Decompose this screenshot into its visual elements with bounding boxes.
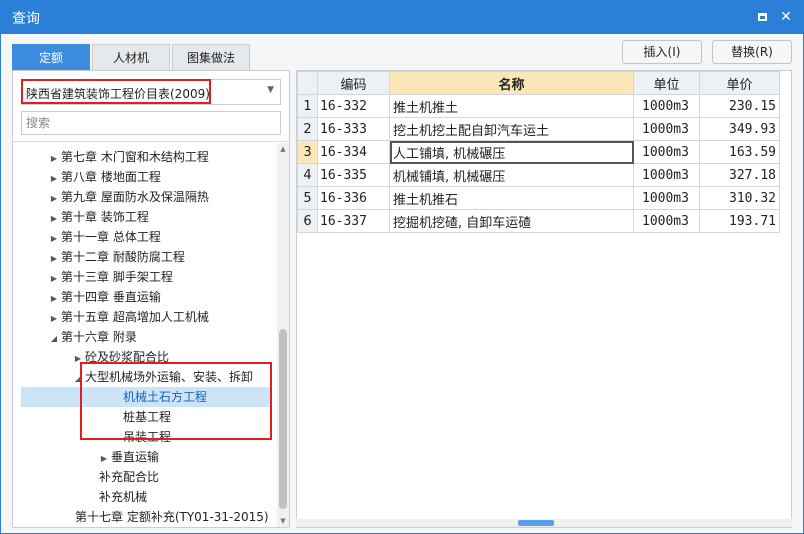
tree-node[interactable]: ▶ 第七章 木门窗和木结构工程 [47,147,209,167]
table-row[interactable]: 2 16-333 挖土机挖土配自卸汽车运土 1000m3 349.93 [297,117,780,141]
quota-table-panel: 编码 名称 单位 单价 1 16-332 推土机推土 1000m3 230.15… [296,70,792,528]
table-header-row: 编码 名称 单位 单价 [297,71,780,95]
cell-price[interactable]: 230.15 [699,94,780,118]
tree-node[interactable]: 桩基工程 [123,407,171,427]
search-input[interactable] [21,111,281,135]
close-icon[interactable]: ✕ [776,7,796,27]
row-number: 6 [297,209,318,233]
tree-node[interactable]: 补充机械 [99,487,147,507]
row-number: 1 [297,94,318,118]
collapse-arrow-icon[interactable]: ◢ [71,369,85,389]
cell-unit[interactable]: 1000m3 [633,94,700,118]
cell-price[interactable]: 163.59 [699,140,780,164]
row-number: 2 [297,117,318,141]
tree-node[interactable]: ▶ 第十一章 总体工程 [47,227,161,247]
row-number: 5 [297,186,318,210]
table-row-current[interactable]: 3 16-334 人工铺填, 机械碾压 1000m3 163.59 [297,140,780,164]
replace-button[interactable]: 替换(R) [712,40,792,64]
quota-table: 编码 名称 单位 单价 1 16-332 推土机推土 1000m3 230.15… [297,71,780,233]
tree-scrollbar[interactable]: ▲ ▼ [277,143,289,527]
title-bar: 查询 ✕ [0,0,804,34]
cell-unit[interactable]: 1000m3 [633,163,700,187]
tree-node[interactable]: ▶ 第十章 装饰工程 [47,207,149,227]
table-row[interactable]: 5 16-336 推土机推石 1000m3 310.32 [297,186,780,210]
scroll-down-icon[interactable]: ▼ [277,515,289,527]
cell-code[interactable]: 16-334 [317,140,390,164]
tab-quota[interactable]: 定额 [12,44,90,70]
expand-arrow-icon[interactable]: ▶ [71,349,85,369]
cell-code[interactable]: 16-336 [317,186,390,210]
tree-node-selected[interactable]: 机械土石方工程 [21,387,271,407]
expand-arrow-icon[interactable]: ▶ [47,309,61,329]
cell-name[interactable]: 推土机推石 [389,186,634,210]
cell-name[interactable]: 挖掘机挖碴, 自卸车运碴 [389,209,634,233]
cell-unit[interactable]: 1000m3 [633,117,700,141]
tree-node[interactable]: ▶ 第九章 屋面防水及保温隔热 [47,187,209,207]
scroll-up-icon[interactable]: ▲ [277,143,289,155]
row-number: 3 [297,140,318,164]
header-name[interactable]: 名称 [389,71,634,95]
maximize-icon[interactable] [752,7,772,27]
scroll-grip-icon[interactable] [518,520,554,526]
cell-price[interactable]: 327.18 [699,163,780,187]
header-rowno [297,71,318,95]
expand-arrow-icon[interactable]: ▶ [47,169,61,189]
cell-price[interactable]: 193.71 [699,209,780,233]
expand-arrow-icon[interactable]: ▶ [97,449,111,469]
table-row[interactable]: 6 16-337 挖掘机挖碴, 自卸车运碴 1000m3 193.71 [297,209,780,233]
tree-node[interactable]: ▶ 垂直运输 [97,447,159,467]
cell-code[interactable]: 16-337 [317,209,390,233]
window-title: 查询 [12,11,40,27]
cell-price[interactable]: 310.32 [699,186,780,210]
tree-node[interactable]: ▶ 砼及砂浆配合比 [71,347,169,367]
cell-unit[interactable]: 1000m3 [633,209,700,233]
cell-unit[interactable]: 1000m3 [633,140,700,164]
tab-materials[interactable]: 人材机 [92,44,170,70]
cell-name[interactable]: 机械铺填, 机械碾压 [389,163,634,187]
insert-button[interactable]: 插入(I) [622,40,702,64]
cell-code[interactable]: 16-333 [317,117,390,141]
cell-code[interactable]: 16-332 [317,94,390,118]
tree-node[interactable]: ▶ 第十二章 耐酸防腐工程 [47,247,185,267]
tree-node[interactable]: ▶ 第十五章 超高增加人工机械 [47,307,209,327]
tree-node[interactable]: 吊装工程 [123,427,171,447]
expand-arrow-icon[interactable]: ▶ [47,229,61,249]
collapse-arrow-icon[interactable]: ◢ [47,329,61,349]
expand-arrow-icon[interactable]: ▶ [47,249,61,269]
library-select-value: 陕西省建筑装饰工程价目表(2009) [26,87,210,101]
chapter-tree: ▶ 第七章 木门窗和木结构工程 ▶ 第八章 楼地面工程 ▶ 第九章 屋面防水及保温隔热… [13,143,275,523]
row-number: 4 [297,163,318,187]
cell-price[interactable]: 349.93 [699,117,780,141]
table-row[interactable]: 1 16-332 推土机推土 1000m3 230.15 [297,94,780,118]
header-unit[interactable]: 单位 [633,71,700,95]
tree-node[interactable]: 第十七章 定额补充(TY01-31-2015) [75,507,269,523]
table-scrollbar[interactable] [296,519,792,527]
header-code[interactable]: 编码 [317,71,390,95]
divider [13,141,289,142]
expand-arrow-icon[interactable]: ▶ [47,289,61,309]
tree-node[interactable]: ◢ 大型机械场外运输、安装、拆卸 [71,367,253,387]
chevron-down-icon: ▼ [267,85,274,95]
tree-panel: 陕西省建筑装饰工程价目表(2009) ▼ ▶第七章 木门窗和木结构工程 ▶第八章… [12,70,290,528]
tab-atlas[interactable]: 图集做法 [172,44,250,70]
tree-node[interactable]: ▶ 第八章 楼地面工程 [47,167,161,187]
cell-name[interactable]: 人工铺填, 机械碾压 [389,140,634,164]
scroll-thumb[interactable] [279,329,287,509]
cell-unit[interactable]: 1000m3 [633,186,700,210]
tree-node[interactable]: 补充配合比 [99,467,159,487]
library-select[interactable]: 陕西省建筑装饰工程价目表(2009) ▼ [21,79,281,105]
tree-node[interactable]: ◢ 第十六章 附录 [47,327,137,347]
table-row[interactable]: 4 16-335 机械铺填, 机械碾压 1000m3 327.18 [297,163,780,187]
cell-name[interactable]: 挖土机挖土配自卸汽车运土 [389,117,634,141]
tree-node[interactable]: ▶ 第十四章 垂直运输 [47,287,161,307]
expand-arrow-icon[interactable]: ▶ [47,149,61,169]
expand-arrow-icon[interactable]: ▶ [47,269,61,289]
cell-code[interactable]: 16-335 [317,163,390,187]
tree-node[interactable]: ▶ 第十三章 脚手架工程 [47,267,173,287]
expand-arrow-icon[interactable]: ▶ [47,209,61,229]
cell-name[interactable]: 推土机推土 [389,94,634,118]
expand-arrow-icon[interactable]: ▶ [47,189,61,209]
header-price[interactable]: 单价 [699,71,780,95]
